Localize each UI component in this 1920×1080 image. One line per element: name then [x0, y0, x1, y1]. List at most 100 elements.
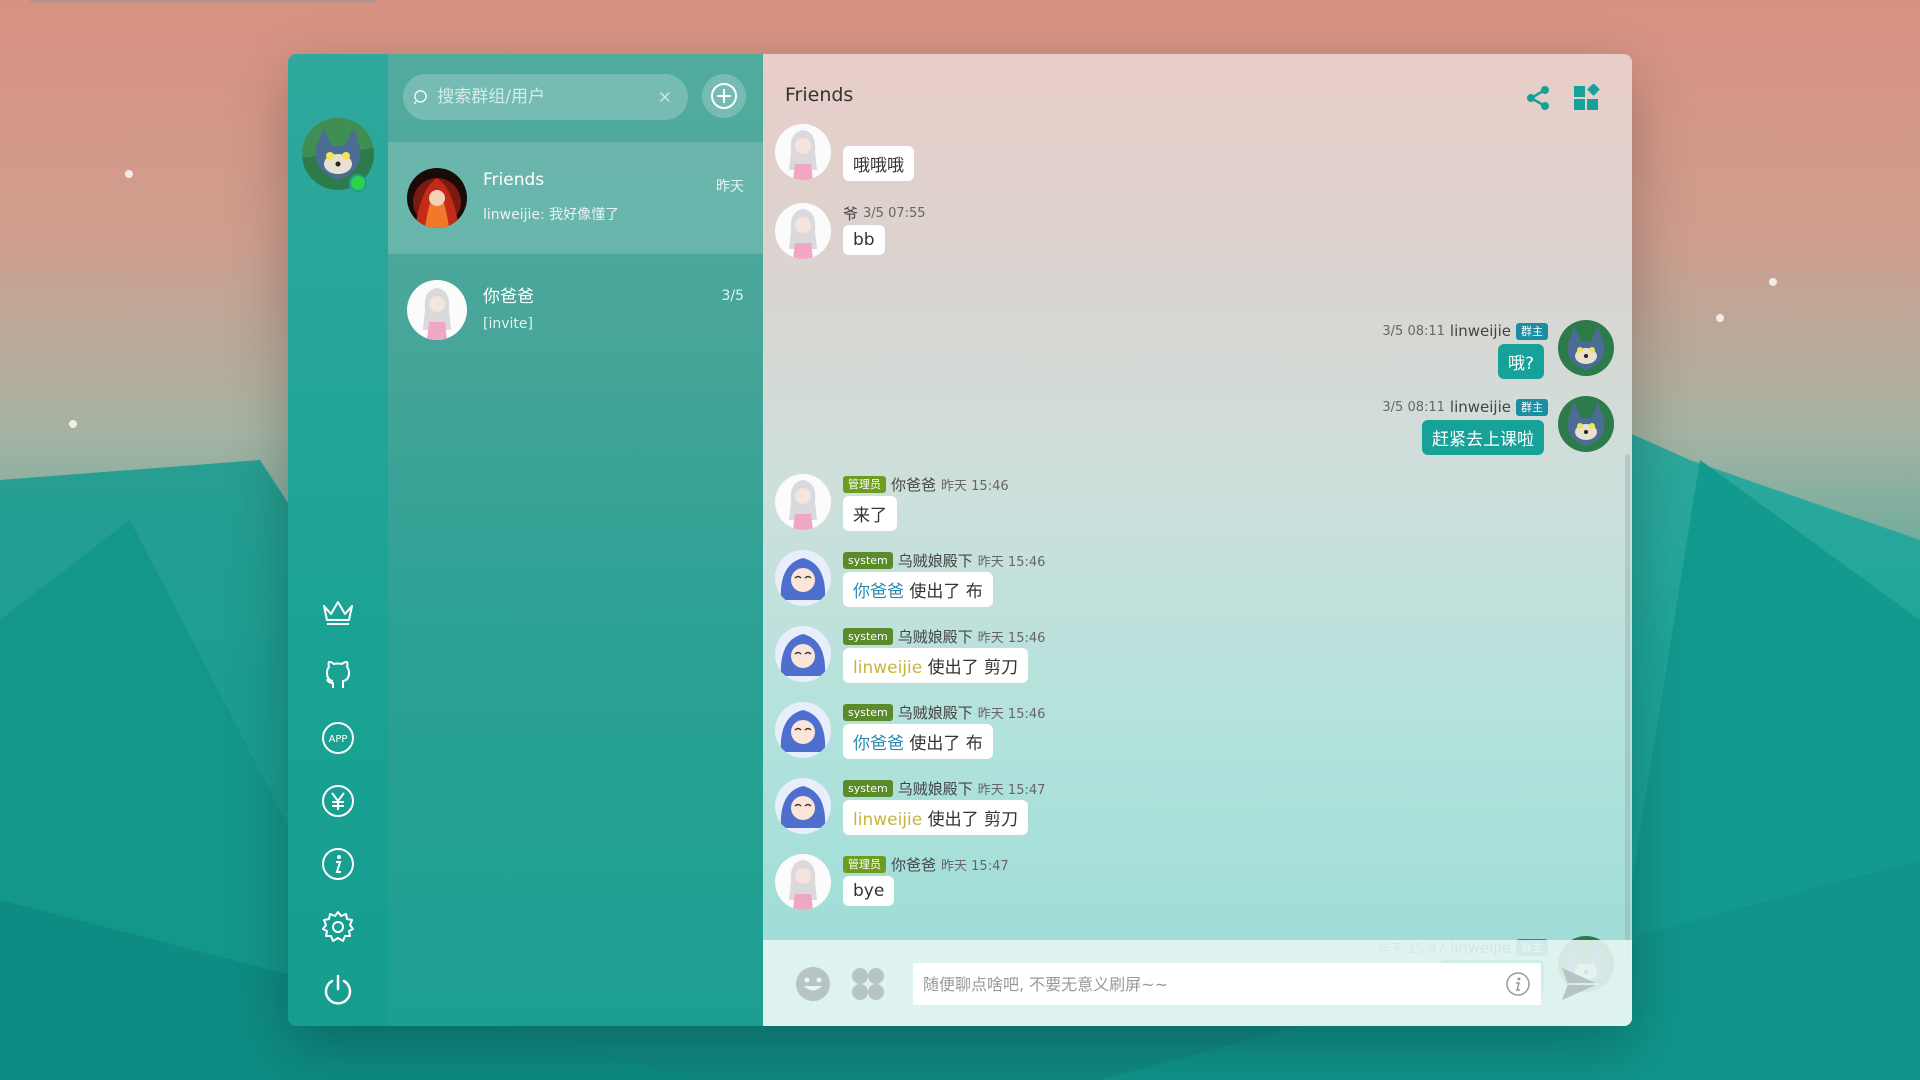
conversation-time: 昨天: [716, 179, 744, 195]
message-time: 昨天 15:47: [941, 859, 1009, 874]
message-row: 爷 3/5 07:55 bb: [763, 193, 1632, 269]
role-badge: 群主: [1516, 398, 1548, 416]
message-avatar[interactable]: [775, 854, 831, 910]
message-avatar[interactable]: [1558, 396, 1614, 452]
message-text: 使出了 布: [904, 582, 983, 602]
message-time: 3/5 07:55: [863, 206, 926, 221]
message-input[interactable]: [913, 963, 1541, 1005]
message-row: 管理员 你爸爸 昨天 15:46 来了: [763, 464, 1632, 540]
sender-name: 乌贼娘殿下: [897, 704, 973, 722]
expression-grid-icon[interactable]: [848, 964, 888, 1004]
search-icon: [413, 90, 427, 105]
role-badge: 群主: [1516, 322, 1548, 340]
conversation-preview: linweijie: 我好像懂了: [483, 207, 620, 223]
message-bubble: bye: [843, 876, 895, 906]
message-bubble: 你爸爸 使出了 布: [843, 572, 993, 607]
message-avatar[interactable]: [775, 124, 831, 180]
message-avatar[interactable]: [775, 474, 831, 530]
plus-icon: [711, 83, 737, 109]
message-meta: system 乌贼娘殿下 昨天 15:46: [843, 550, 1045, 571]
message-time: 3/5 08:11: [1382, 399, 1445, 415]
highlighted-user: linweijie: [853, 810, 923, 830]
emoji-icon[interactable]: [793, 964, 833, 1004]
sender-name: 你爸爸: [891, 476, 937, 494]
add-group-button[interactable]: [702, 74, 746, 118]
message-bubble: bb: [843, 225, 885, 255]
search-input[interactable]: [435, 86, 659, 108]
chat-panel: Friends 哦哦哦爷 3/5 07:55 bb 3/5 08:11 linweiji…: [763, 54, 1632, 1026]
message-time: 昨天 15:47: [977, 783, 1046, 798]
role-badge: 管理员: [843, 476, 886, 493]
conversation-item-friends[interactable]: Friends 昨天 linweijie: 我好像懂了: [388, 142, 763, 254]
role-badge: system: [843, 552, 893, 569]
message-row: system 乌贼娘殿下 昨天 15:46 你爸爸 使出了 布: [763, 540, 1632, 616]
conversation-name: Friends: [483, 170, 545, 190]
conversation-sidebar: Friends 昨天 linweijie: 我好像懂了 你爸爸 3/5 [inv…: [388, 54, 763, 1026]
highlighted-user: 你爸爸: [853, 582, 904, 602]
highlighted-user: 你爸爸: [853, 734, 904, 754]
message-row: system 乌贼娘殿下 昨天 15:47 linweijie 使出了 剪刀: [763, 768, 1632, 844]
chat-app-window: APP 搜索群组/用户 Friends 昨天 linweijie: 我好像懂了 …: [288, 54, 1632, 1026]
message-text: 使出了 布: [904, 734, 983, 754]
sender-name: linweijie: [1449, 398, 1511, 416]
message-meta: system 乌贼娘殿下 昨天 15:46: [843, 626, 1045, 647]
message-meta: 3/5 08:11 linweijie 群主: [1382, 322, 1548, 340]
message-avatar[interactable]: [1558, 320, 1614, 376]
gear-icon[interactable]: [320, 909, 356, 945]
message-row: 哦哦哦: [763, 114, 1632, 190]
yuan-icon[interactable]: [320, 783, 356, 819]
online-status-dot: [349, 174, 367, 192]
info-icon[interactable]: [1500, 966, 1536, 1002]
message-row: system 乌贼娘殿下 昨天 15:46 你爸爸 使出了 布: [763, 692, 1632, 768]
info-icon[interactable]: [320, 846, 356, 882]
message-avatar[interactable]: [775, 778, 831, 834]
message-text: 哦哦哦: [853, 156, 904, 176]
conversation-time: 3/5: [721, 288, 744, 304]
message-time: 3/5 08:11: [1382, 323, 1445, 339]
role-badge: system: [843, 704, 893, 721]
chat-title: Friends: [785, 84, 854, 106]
sender-name: 你爸爸: [891, 856, 937, 874]
message-meta: 3/5 08:11 linweijie 群主: [1382, 398, 1548, 416]
message-time: 昨天 15:46: [977, 631, 1046, 646]
message-bubble: linweijie 使出了 剪刀: [843, 648, 1029, 683]
message-time: 昨天 15:46: [977, 555, 1046, 570]
power-icon[interactable]: [320, 972, 356, 1008]
conversation-item-father[interactable]: 你爸爸 3/5 [invite]: [388, 254, 763, 366]
conversation-preview: [invite]: [483, 316, 533, 332]
share-icon[interactable]: [1522, 82, 1554, 114]
close-icon[interactable]: [658, 86, 672, 108]
sender-name: 乌贼娘殿下: [897, 552, 973, 570]
grid-icon[interactable]: [1570, 82, 1602, 114]
app-icon[interactable]: APP: [320, 720, 356, 756]
highlighted-user: linweijie: [853, 658, 923, 678]
send-icon[interactable]: [1560, 964, 1600, 1004]
crown-icon[interactable]: [320, 594, 356, 630]
svg-text:APP: APP: [329, 734, 348, 745]
role-badge: system: [843, 628, 893, 645]
message-meta: 管理员 你爸爸 昨天 15:47: [843, 854, 1009, 875]
search-box: [403, 74, 688, 120]
message-bubble: 赶紧去上课啦: [1422, 420, 1544, 455]
sender-name: 乌贼娘殿下: [897, 780, 973, 798]
message-scrollbar[interactable]: [1625, 454, 1630, 964]
message-text: bb: [853, 230, 875, 250]
message-text: bye: [853, 881, 885, 901]
message-row: 3/5 08:11 linweijie 群主 哦?: [763, 310, 1632, 386]
conversation-avatar: [407, 280, 467, 340]
message-list[interactable]: 哦哦哦爷 3/5 07:55 bb 3/5 08:11 linweijie 群主 哦? 3/5…: [763, 124, 1632, 995]
message-time: 昨天 15:46: [941, 479, 1009, 494]
message-bubble: 来了: [843, 496, 897, 531]
message-row: system 乌贼娘殿下 昨天 15:46 linweijie 使出了 剪刀: [763, 616, 1632, 692]
conversation-name: 你爸爸: [483, 287, 534, 307]
sender-name: 乌贼娘殿下: [897, 628, 973, 646]
message-avatar[interactable]: [775, 702, 831, 758]
role-badge: 管理员: [843, 856, 886, 873]
github-icon[interactable]: [320, 657, 356, 693]
message-avatar[interactable]: [775, 550, 831, 606]
message-meta: system 乌贼娘殿下 昨天 15:47: [843, 778, 1045, 799]
message-avatar[interactable]: [775, 626, 831, 682]
sender-name: linweijie: [1449, 322, 1511, 340]
conversation-avatar: [407, 168, 467, 228]
message-avatar[interactable]: [775, 203, 831, 259]
